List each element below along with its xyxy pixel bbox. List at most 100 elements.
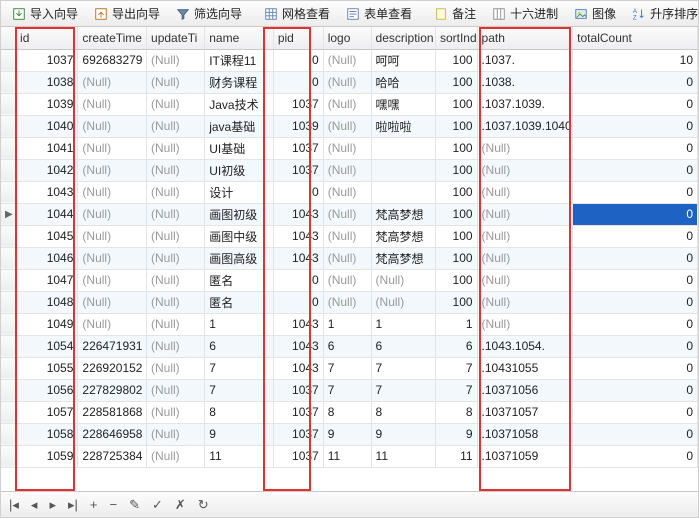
cell-pid[interactable]: 1043 [273,225,323,247]
cell-name[interactable]: Java技术 [205,93,274,115]
cell-pid[interactable]: 1037 [273,159,323,181]
cell-logo[interactable]: (Null) [323,49,371,71]
cell-description[interactable]: 嘿嘿 [371,93,435,115]
col-totalcount[interactable]: totalCount [573,27,698,49]
cell-pid[interactable]: 1043 [273,357,323,379]
cell-logo[interactable]: (Null) [323,137,371,159]
row-gutter[interactable] [1,137,16,159]
cell-name[interactable]: 财务课程 [205,71,274,93]
cell-description[interactable]: 9 [371,423,435,445]
cell-path[interactable]: .1037.1039.1040. [477,115,573,137]
cell-sortindex[interactable]: 11 [435,445,477,467]
table-row[interactable]: 1057228581868(Null)81037888.103710570 [1,401,698,423]
row-gutter[interactable] [1,71,16,93]
cell-description[interactable]: 啦啦啦 [371,115,435,137]
cell-updatetime[interactable]: (Null) [147,313,205,335]
table-row[interactable]: 1049(Null)(Null)11043111(Null)0 [1,313,698,335]
cell-pid[interactable]: 0 [273,181,323,203]
cell-createtime[interactable]: (Null) [78,225,147,247]
cell-logo[interactable]: (Null) [323,181,371,203]
cell-path[interactable]: (Null) [477,269,573,291]
cell-description[interactable]: (Null) [371,291,435,313]
cell-id[interactable]: 1045 [16,225,78,247]
cell-name[interactable]: 设计 [205,181,274,203]
cell-id[interactable]: 1037 [16,49,78,71]
table-row[interactable]: 1055226920152(Null)71043777.104310550 [1,357,698,379]
cell-createtime[interactable]: (Null) [78,93,147,115]
cell-name[interactable]: 7 [205,379,274,401]
cell-totalcount[interactable]: 0 [573,291,698,313]
cell-path[interactable]: (Null) [477,203,573,225]
cell-path[interactable]: (Null) [477,181,573,203]
table-row[interactable]: 1041(Null)(Null)UI基础1037(Null)100(Null)0 [1,137,698,159]
cell-sortindex[interactable]: 100 [435,137,477,159]
sort-asc-button[interactable]: AZ 升序排序 [625,2,699,25]
cell-sortindex[interactable]: 100 [435,247,477,269]
cell-totalcount[interactable]: 0 [573,115,698,137]
cell-pid[interactable]: 1037 [273,423,323,445]
cell-id[interactable]: 1046 [16,247,78,269]
row-gutter[interactable] [1,401,16,423]
cell-updatetime[interactable]: (Null) [147,335,205,357]
cell-pid[interactable]: 1037 [273,401,323,423]
cell-name[interactable]: 1 [205,313,274,335]
cell-sortindex[interactable]: 100 [435,269,477,291]
cell-id[interactable]: 1044 [16,203,78,225]
cell-logo[interactable]: (Null) [323,291,371,313]
cell-pid[interactable]: 1037 [273,93,323,115]
cell-updatetime[interactable]: (Null) [147,357,205,379]
row-gutter[interactable]: ▶ [1,203,16,225]
cell-updatetime[interactable]: (Null) [147,225,205,247]
filter-wizard-button[interactable]: 筛选向导 [169,2,249,25]
cell-name[interactable]: 画图初级 [205,203,274,225]
table-row[interactable]: 1046(Null)(Null)画图高级1043(Null)梵高梦想100(Nu… [1,247,698,269]
cell-sortindex[interactable]: 100 [435,181,477,203]
cell-sortindex[interactable]: 100 [435,49,477,71]
image-button[interactable]: 图像 [567,2,623,25]
cell-sortindex[interactable]: 100 [435,203,477,225]
grid-view-button[interactable]: 网格查看 [257,2,337,25]
hex-button[interactable]: 十六进制 [485,2,565,25]
cell-pid[interactable]: 0 [273,291,323,313]
cell-name[interactable]: 8 [205,401,274,423]
cell-totalcount[interactable]: 0 [573,203,698,225]
col-logo[interactable]: logo [323,27,371,49]
cell-pid[interactable]: 1043 [273,313,323,335]
nav-next[interactable]: ▸ [47,497,58,513]
cell-logo[interactable]: 8 [323,401,371,423]
cell-totalcount[interactable]: 0 [573,379,698,401]
nav-prev[interactable]: ◂ [29,497,40,513]
cell-sortindex[interactable]: 6 [435,335,477,357]
cell-updatetime[interactable]: (Null) [147,401,205,423]
cell-id[interactable]: 1056 [16,379,78,401]
cell-id[interactable]: 1043 [16,181,78,203]
cell-id[interactable]: 1057 [16,401,78,423]
cell-description[interactable]: 8 [371,401,435,423]
cell-id[interactable]: 1038 [16,71,78,93]
row-gutter[interactable] [1,357,16,379]
cell-pid[interactable]: 0 [273,49,323,71]
row-gutter[interactable] [1,335,16,357]
cell-name[interactable]: 11 [205,445,274,467]
cell-description[interactable]: 7 [371,357,435,379]
cell-logo[interactable]: (Null) [323,159,371,181]
cell-totalcount[interactable]: 0 [573,423,698,445]
cell-updatetime[interactable]: (Null) [147,269,205,291]
cell-updatetime[interactable]: (Null) [147,159,205,181]
nav-last[interactable]: ▸| [66,497,80,513]
cell-logo[interactable]: 9 [323,423,371,445]
cell-description[interactable]: 梵高梦想 [371,203,435,225]
cell-createtime[interactable]: (Null) [78,71,147,93]
cell-createtime[interactable]: (Null) [78,269,147,291]
cell-description[interactable] [371,181,435,203]
cell-pid[interactable]: 1043 [273,335,323,357]
row-gutter[interactable] [1,445,16,467]
table-row[interactable]: 1058228646958(Null)91037999.103710580 [1,423,698,445]
table-row[interactable]: ▶1044(Null)(Null)画图初级1043(Null)梵高梦想100(N… [1,203,698,225]
cell-path[interactable]: .1043.1054. [477,335,573,357]
cell-totalcount[interactable]: 10 [573,49,698,71]
table-row[interactable]: 1040(Null)(Null)java基础1039(Null)啦啦啦100.1… [1,115,698,137]
cell-totalcount[interactable]: 0 [573,247,698,269]
cell-logo[interactable]: (Null) [323,71,371,93]
cell-name[interactable]: IT课程11 [205,49,274,71]
